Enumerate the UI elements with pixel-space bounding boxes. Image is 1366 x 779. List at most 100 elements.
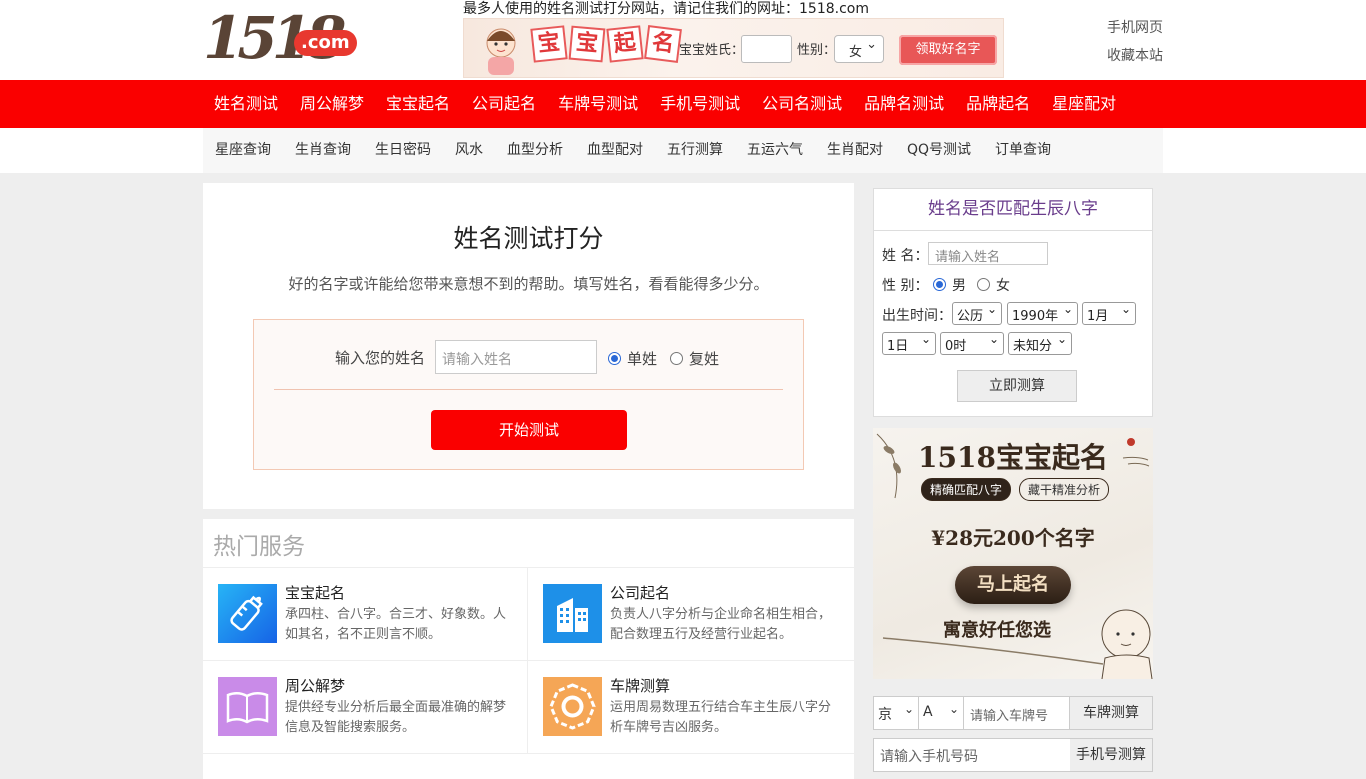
service-card-baby-naming[interactable]: 宝宝起名 承四柱、合八字。合三才、好象数。人如其名，名不正则言不顺。 xyxy=(203,568,528,661)
divider xyxy=(274,389,783,390)
bazi-match-form: 姓名是否匹配生辰八字 姓 名： 请输入姓名 性 别： 男 女 出生时间： 公历 … xyxy=(873,188,1153,417)
main-nav: 姓名测试 周公解梦 宝宝起名 公司起名 车牌号测试 手机号测试 公司名测试 品牌… xyxy=(0,80,1366,128)
subnav-item[interactable]: QQ号测试 xyxy=(895,128,983,173)
service-card-plate[interactable]: 车牌测算 运用周易数理五行结合车主生辰八字分析车牌号吉凶服务。 xyxy=(528,661,854,754)
plate-test-form: 京 A 请输入车牌号 车牌测算 xyxy=(873,696,1153,730)
name-test-form: 输入您的姓名 请输入姓名 单姓 复姓 开始测试 xyxy=(253,319,804,470)
service-card-dream[interactable]: 周公解梦 提供经专业分析后最全面最准确的解梦信息及智能搜索服务。 xyxy=(203,661,528,754)
ad-price: ¥28元200个名字 xyxy=(931,526,1095,550)
bookmark-link[interactable]: 收藏本站 xyxy=(1107,42,1163,70)
nav-item[interactable]: 手机号测试 xyxy=(649,80,751,128)
phone-number-input[interactable]: 请输入手机号码 xyxy=(874,739,1071,771)
plate-number-input[interactable]: 请输入车牌号 xyxy=(964,697,1070,729)
subnav-item[interactable]: 血型配对 xyxy=(575,128,655,173)
minute-select[interactable]: 未知分 xyxy=(1008,332,1072,355)
day-select[interactable]: 1日 xyxy=(882,332,936,355)
service-title: 车牌测算 xyxy=(610,677,671,695)
service-card-company-naming[interactable]: 公司起名 负责人八字分析与企业命名相生相合，配合数理五行及经营行业起名。 xyxy=(528,568,854,661)
year-select[interactable]: 1990年 xyxy=(1007,302,1078,325)
hot-services-title: 热门服务 xyxy=(203,519,854,568)
radio-unchecked-icon xyxy=(977,278,990,291)
nav-item[interactable]: 宝宝起名 xyxy=(375,80,461,128)
main-content: 姓名测试打分 好的名字或许能给您带来意想不到的帮助。填写姓名，看看能得多少分。 … xyxy=(203,183,854,779)
radio-label: 女 xyxy=(996,278,1010,294)
ad-tags: 精确匹配八字 藏干精准分析 xyxy=(921,478,1110,501)
bagua-icon xyxy=(543,677,602,736)
nav-item[interactable]: 姓名测试 xyxy=(203,80,289,128)
match-female-radio[interactable]: 女 xyxy=(977,275,1010,295)
match-male-radio[interactable]: 男 xyxy=(933,275,966,295)
subnav-item[interactable]: 订单查询 xyxy=(983,128,1063,173)
ad-title: 1518宝宝起名 xyxy=(918,441,1108,474)
service-title: 公司起名 xyxy=(610,584,671,602)
site-logo[interactable]: 1518 .com xyxy=(203,8,357,70)
radio-label: 男 xyxy=(952,278,966,294)
banner-title-char: 名 xyxy=(644,25,682,63)
ad-slogan: 寓意好任您选 xyxy=(943,620,1051,641)
match-name-input[interactable]: 请输入姓名 xyxy=(928,242,1048,265)
nav-item[interactable]: 周公解梦 xyxy=(289,80,375,128)
logo-suffix: .com xyxy=(294,30,357,56)
nav-item[interactable]: 品牌起名 xyxy=(955,80,1041,128)
subnav-item[interactable]: 生肖查询 xyxy=(283,128,363,173)
subnav-item[interactable]: 生肖配对 xyxy=(815,128,895,173)
double-surname-radio[interactable]: 复姓 xyxy=(670,348,719,369)
phone-test-form: 请输入手机号码 手机号测算 xyxy=(873,738,1153,772)
ad-start-naming-button[interactable]: 马上起名 xyxy=(955,566,1071,604)
banner-title: 宝 宝 起 名 xyxy=(530,25,682,63)
nav-item[interactable]: 品牌名测试 xyxy=(853,80,955,128)
service-title: 周公解梦 xyxy=(285,677,346,695)
top-header: 1518 .com 最多人使用的姓名测试打分网站，请记住我们的网址：1518.c… xyxy=(0,0,1366,80)
subnav-item[interactable]: 风水 xyxy=(443,128,495,173)
phone-test-button[interactable]: 手机号测算 xyxy=(1070,739,1152,771)
start-test-button[interactable]: 开始测试 xyxy=(431,410,627,450)
match-name-label: 姓 名： xyxy=(882,248,929,264)
match-gender-label: 性 别： xyxy=(882,278,929,294)
banner-title-char: 宝 xyxy=(568,25,606,63)
test-description: 好的名字或许能给您带来意想不到的帮助。填写姓名，看看能得多少分。 xyxy=(288,275,769,293)
page-title: 姓名测试打分 xyxy=(453,224,604,253)
subnav-item[interactable]: 五运六气 xyxy=(735,128,815,173)
bazi-match-title: 姓名是否匹配生辰八字 xyxy=(874,189,1152,231)
sidebar: 姓名是否匹配生辰八字 姓 名： 请输入姓名 性 别： 男 女 出生时间： 公历 … xyxy=(864,183,1163,772)
name-test-panel: 姓名测试打分 好的名字或许能给您带来意想不到的帮助。填写姓名，看看能得多少分。 … xyxy=(203,183,854,509)
baby-naming-ad[interactable]: 1518宝宝起名 精确匹配八字 藏干精准分析 ¥28元200个名字 马上起名 寓… xyxy=(873,428,1153,679)
baby-naming-banner[interactable]: 宝 宝 起 名 宝宝姓氏： 性别： 女 领取好名字 xyxy=(463,18,1004,78)
subnav-item[interactable]: 星座查询 xyxy=(203,128,283,173)
mobile-site-link[interactable]: 手机网页 xyxy=(1107,14,1163,42)
ad-tag: 精确匹配八字 xyxy=(921,478,1012,501)
name-label: 输入您的姓名 xyxy=(335,349,426,367)
top-links: 手机网页 收藏本站 xyxy=(1107,14,1163,70)
calendar-select[interactable]: 公历 xyxy=(952,302,1002,325)
calculate-button[interactable]: 立即测算 xyxy=(957,370,1077,402)
subnav-item[interactable]: 生日密码 xyxy=(363,128,443,173)
nav-item[interactable]: 公司名测试 xyxy=(751,80,853,128)
hour-select[interactable]: 0时 xyxy=(940,332,1004,355)
banner-get-name-button[interactable]: 领取好名字 xyxy=(899,35,997,65)
radio-checked-icon xyxy=(933,278,946,291)
single-surname-radio[interactable]: 单姓 xyxy=(608,348,657,369)
match-birth-label: 出生时间： xyxy=(882,308,952,324)
month-select[interactable]: 1月 xyxy=(1082,302,1136,325)
banner-surname-label: 宝宝姓氏： xyxy=(679,43,745,58)
service-desc: 提供经专业分析后最全面最准确的解梦信息及智能搜索服务。 xyxy=(285,700,507,735)
radio-checked-icon xyxy=(608,352,621,365)
plate-test-button[interactable]: 车牌测算 xyxy=(1070,697,1152,729)
nav-item[interactable]: 星座配对 xyxy=(1041,80,1127,128)
banner-gender-select[interactable]: 女 xyxy=(834,35,884,63)
service-desc: 承四柱、合八字。合三才、好象数。人如其名，名不正则言不顺。 xyxy=(285,607,507,642)
nav-item[interactable]: 车牌号测试 xyxy=(547,80,649,128)
baby-bottle-icon xyxy=(218,584,277,643)
name-input[interactable]: 请输入姓名 xyxy=(435,340,597,374)
subnav-item[interactable]: 五行测算 xyxy=(655,128,735,173)
nav-item[interactable]: 公司起名 xyxy=(461,80,547,128)
book-icon xyxy=(218,677,277,736)
plate-province-select[interactable]: 京 xyxy=(874,697,919,729)
banner-surname-input[interactable] xyxy=(741,35,792,63)
radio-label: 复姓 xyxy=(689,350,720,368)
baby-illustration-icon xyxy=(486,28,516,75)
subnav-item[interactable]: 血型分析 xyxy=(495,128,575,173)
plate-letter-select[interactable]: A xyxy=(919,697,964,729)
service-title: 宝宝起名 xyxy=(285,584,346,602)
radio-unchecked-icon xyxy=(670,352,683,365)
